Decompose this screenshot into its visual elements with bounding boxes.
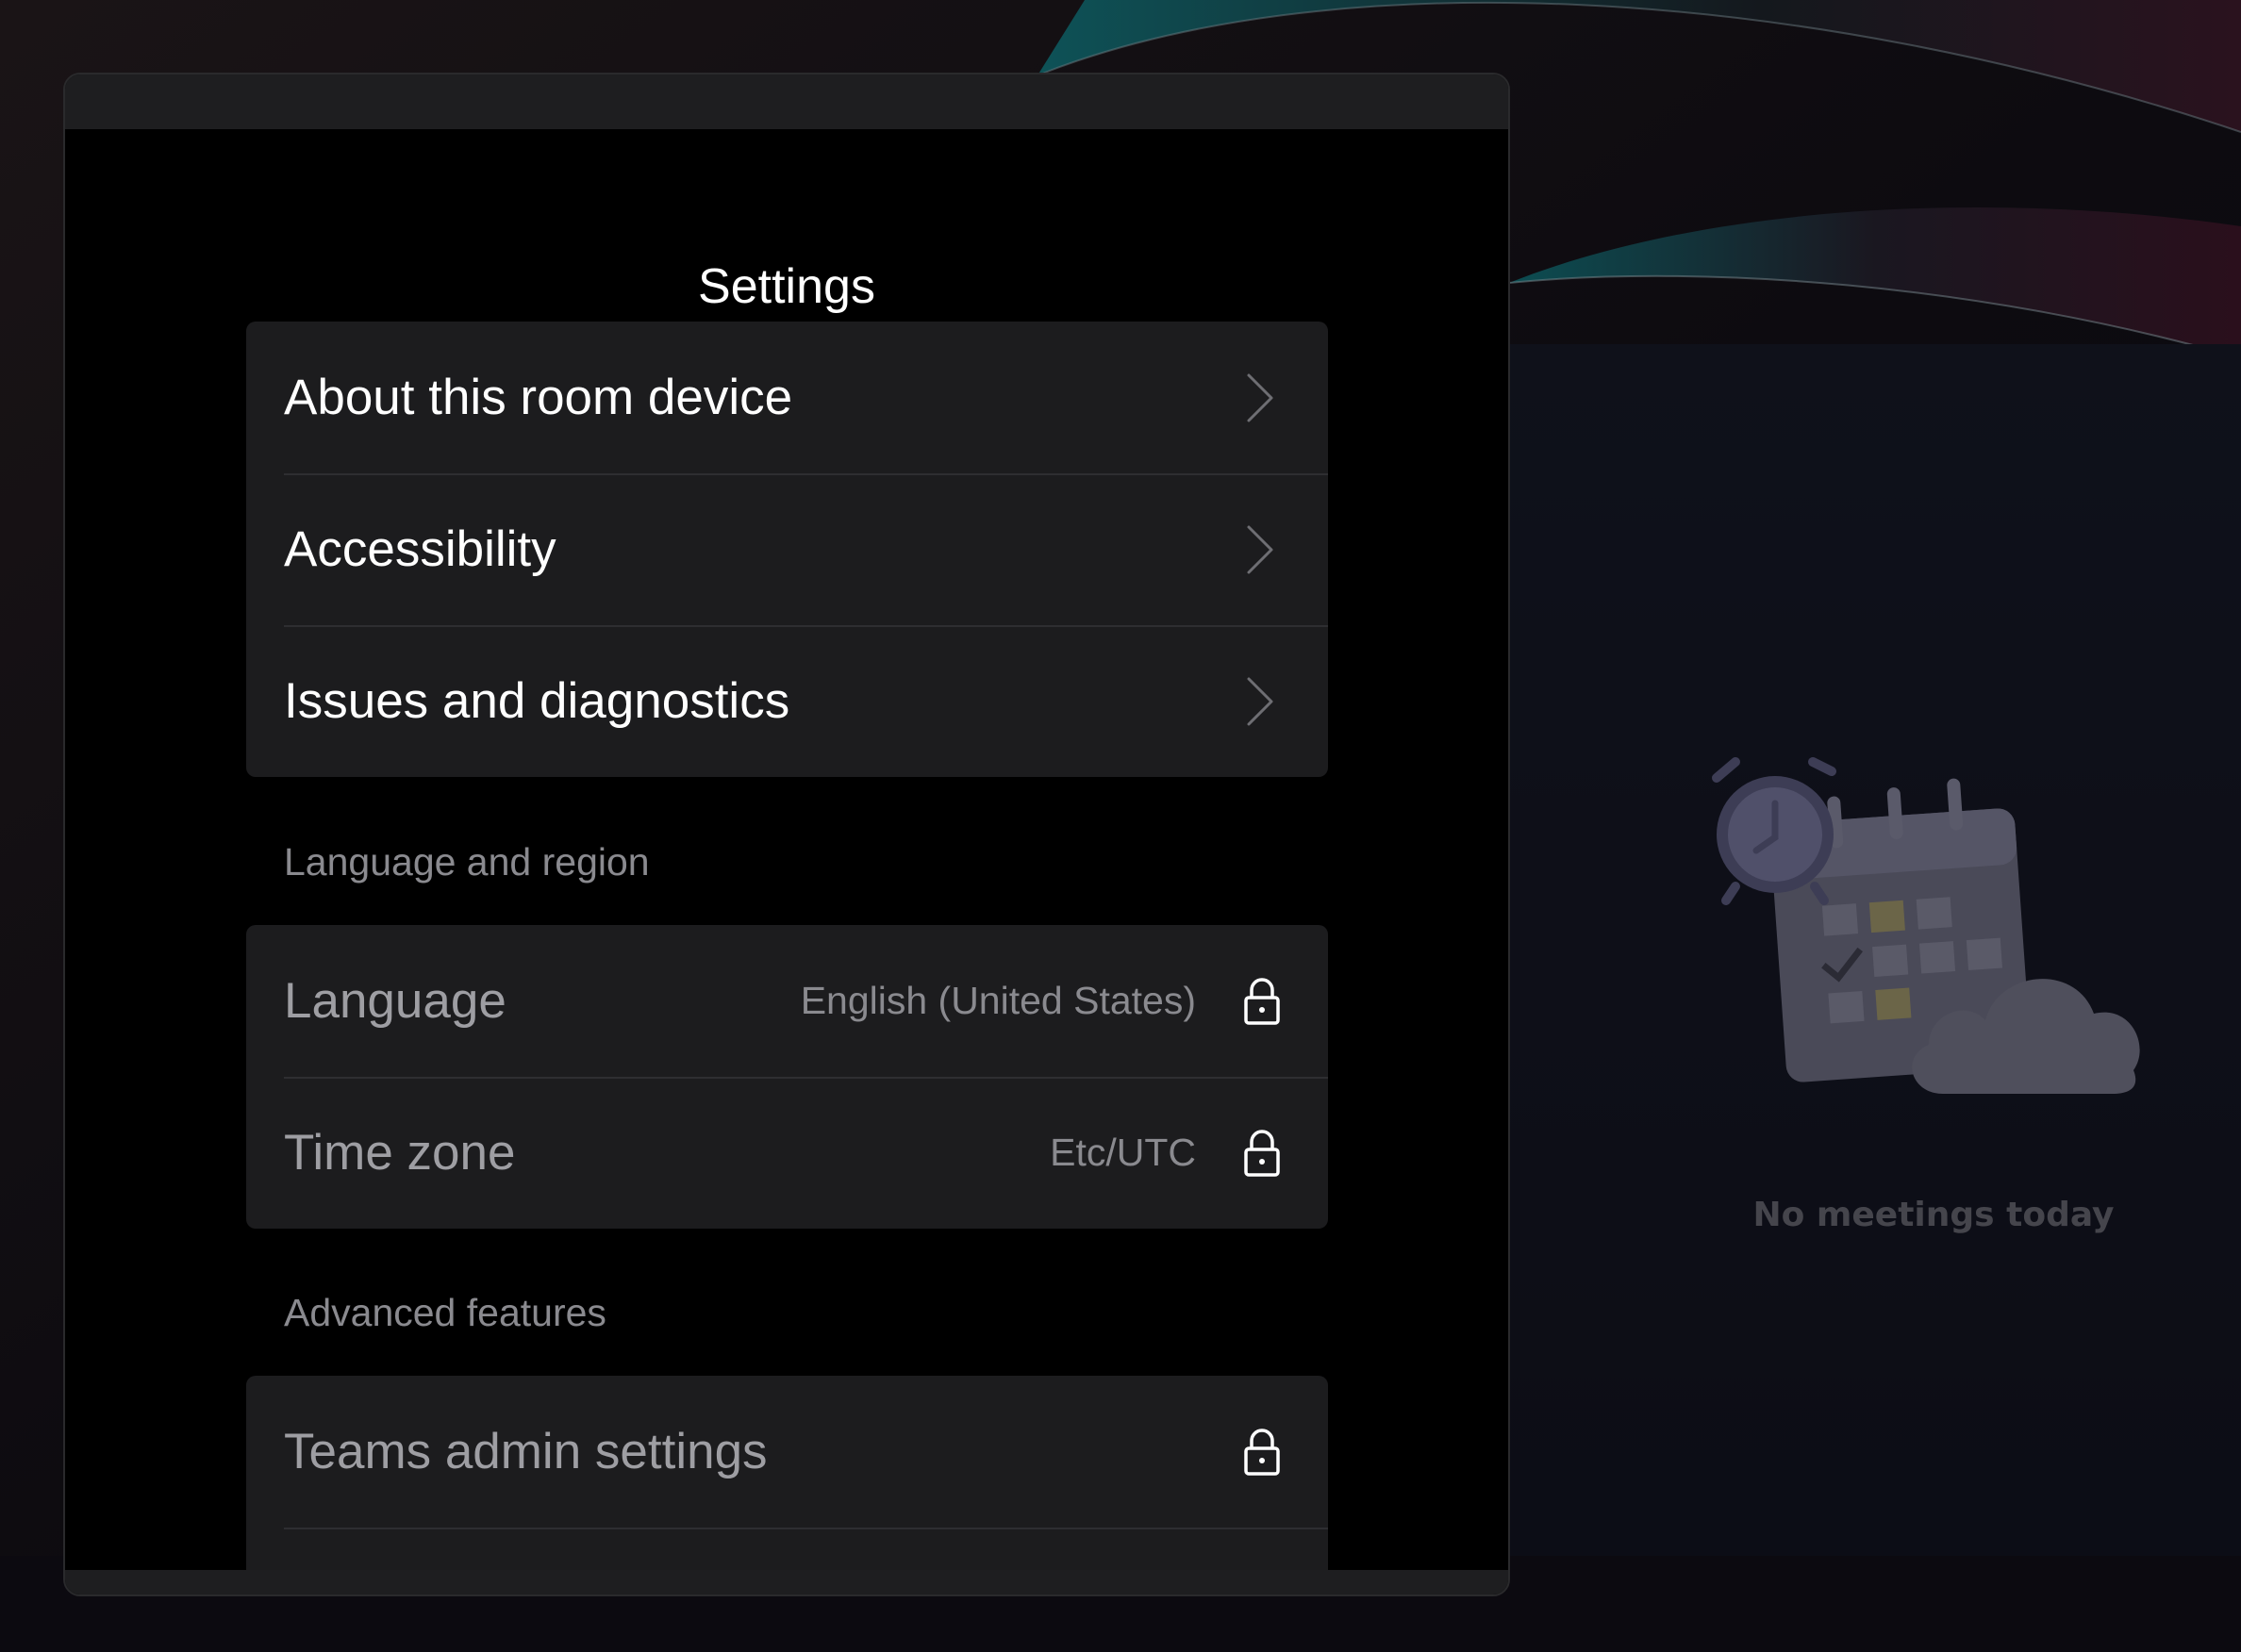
section-header-advanced-features: Advanced features [284, 1291, 606, 1334]
settings-item-label: Teams admin settings [284, 1424, 768, 1479]
chevron-right-icon [1247, 525, 1273, 573]
chevron-right-icon [1247, 677, 1273, 725]
panel-top-bar [65, 74, 1508, 129]
settings-item-value: English (United States) [800, 979, 1196, 1022]
page-title: Settings [698, 259, 875, 314]
general-settings-group: About this room device Accessibility Iss… [246, 322, 1328, 777]
settings-item-label: Time zone [284, 1125, 516, 1181]
advanced-features-group: Teams admin settings [246, 1376, 1328, 1594]
settings-item-label: Issues and diagnostics [284, 673, 790, 729]
settings-item-label: Language [284, 973, 506, 1029]
panel-bottom-bar [65, 1570, 1508, 1594]
settings-item-language[interactable]: Language English (United States) [246, 925, 1328, 1077]
settings-item-accessibility[interactable]: Accessibility [246, 473, 1328, 625]
section-header-language-region: Language and region [284, 840, 650, 884]
settings-item-value: Etc/UTC [1050, 1131, 1196, 1174]
settings-panel: Settings About this room device Accessib… [63, 73, 1510, 1596]
calendar-illustration [1698, 745, 2169, 1113]
settings-item-time-zone[interactable]: Time zone Etc/UTC [246, 1077, 1328, 1229]
settings-item-issues-diagnostics[interactable]: Issues and diagnostics [246, 625, 1328, 777]
no-meetings-message: No meetings today [1752, 1196, 2115, 1234]
settings-item-label: Accessibility [284, 521, 556, 577]
settings-item-teams-admin[interactable]: Teams admin settings [246, 1376, 1328, 1528]
lock-icon [1244, 1129, 1280, 1177]
chevron-right-icon [1247, 373, 1273, 421]
settings-item-about[interactable]: About this room device [246, 322, 1328, 473]
lock-icon [1244, 1428, 1280, 1476]
lock-icon [1244, 977, 1280, 1025]
settings-item-label: About this room device [284, 370, 793, 425]
language-region-group: Language English (United States) Time zo… [246, 925, 1328, 1229]
